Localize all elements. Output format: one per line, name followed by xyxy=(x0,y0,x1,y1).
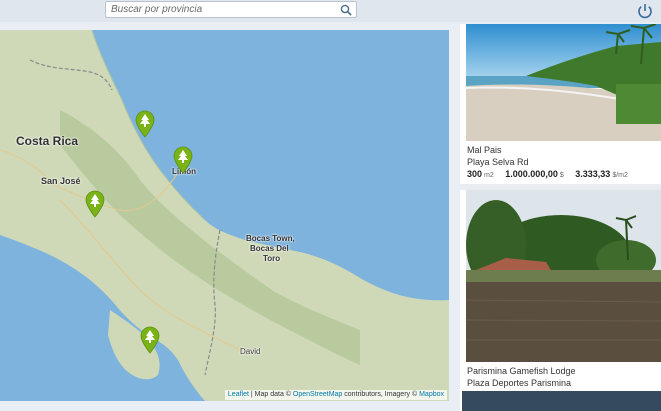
map-view[interactable]: Costa Rica San José Limón Bocas Town, Bo… xyxy=(0,30,449,401)
map-label-bocas-3: Toro xyxy=(263,254,281,263)
footer-bar xyxy=(462,391,661,411)
listing-address: Playa Selva Rd xyxy=(467,157,529,167)
map-label-bocas-1: Bocas Town, xyxy=(246,234,295,243)
map-marker-4[interactable] xyxy=(140,326,160,354)
leaflet-link[interactable]: Leaflet xyxy=(228,391,249,398)
map-label-bocas-2: Bocas Del xyxy=(250,244,289,253)
attribution-map-data: | Map data © xyxy=(250,391,291,398)
map-label-san-jose: San José xyxy=(41,176,81,186)
stat-price-per-m2: 3.333,33 $/m2 xyxy=(575,169,628,179)
map-label-country: Costa Rica xyxy=(16,134,79,148)
listing-address: Plaza Deportes Parismina xyxy=(467,378,572,388)
top-bar xyxy=(0,0,661,22)
map-tiles xyxy=(0,30,449,401)
map-marker-3[interactable] xyxy=(85,190,105,218)
listing-photo[interactable] xyxy=(466,24,661,141)
stat-price: 1.000.000,00 $ xyxy=(505,169,564,179)
map-marker-2[interactable] xyxy=(173,146,193,174)
map-marker-1[interactable] xyxy=(135,110,155,138)
listing-title[interactable]: Parismina Gamefish Lodge xyxy=(467,366,576,376)
search-box[interactable] xyxy=(105,1,357,18)
listing-panel[interactable]: Mal Pais Playa Selva Rd 300 m2 1.000.000,… xyxy=(460,24,661,411)
osm-link[interactable]: OpenStreetMap xyxy=(293,391,342,398)
map-label-david: David xyxy=(240,347,261,356)
map-attribution: Leaflet | Map data © OpenStreetMap contr… xyxy=(224,390,447,400)
search-input[interactable] xyxy=(111,3,336,16)
search-icon[interactable] xyxy=(340,4,352,16)
listing-photo[interactable] xyxy=(466,190,661,362)
power-icon[interactable] xyxy=(636,2,654,20)
listing-title[interactable]: Mal Pais xyxy=(467,145,502,155)
mapbox-link[interactable]: Mapbox xyxy=(419,391,444,398)
stat-area: 300 m2 xyxy=(467,169,494,179)
listing-stats: 300 m2 1.000.000,00 $ 3.333,33 $/m2 xyxy=(467,169,637,179)
attribution-contributors: contributors, Imagery © xyxy=(344,391,418,398)
